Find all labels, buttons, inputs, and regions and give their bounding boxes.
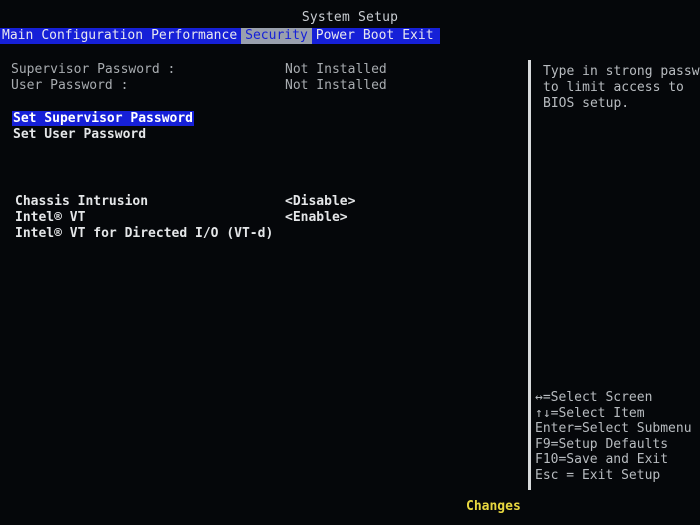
key-select-screen: ↔=Select Screen: [535, 390, 653, 405]
supervisor-password-status: Not Installed: [285, 62, 387, 77]
user-password-status: Not Installed: [285, 78, 387, 93]
tab-boot[interactable]: Boot: [359, 28, 398, 44]
supervisor-password-label: Supervisor Password :: [11, 62, 176, 77]
key-setup-defaults: F9=Setup Defaults: [535, 436, 669, 452]
key-save-exit: F10=Save and Exit: [535, 452, 669, 467]
window-title: System Setup: [301, 10, 399, 25]
key-select-submenu: Enter=Select Submenu: [535, 421, 692, 436]
tab-performance[interactable]: Performance: [147, 28, 241, 44]
help-line: to limit access to: [543, 80, 684, 95]
tab-power[interactable]: Power: [312, 28, 359, 44]
panel-divider: [528, 60, 531, 490]
help-line: Type in strong password: [543, 64, 700, 79]
tab-security[interactable]: Security: [241, 28, 312, 44]
intel-vt-item[interactable]: Intel® VT: [15, 210, 85, 226]
key-select-item: ↑↓=Select Item: [535, 405, 645, 421]
footer-changes-label: Changes: [466, 499, 521, 514]
chassis-intrusion-item[interactable]: Chassis Intrusion: [15, 194, 148, 210]
intel-vt-value[interactable]: <Enable>: [285, 210, 348, 226]
help-line: BIOS setup.: [543, 96, 630, 111]
key-legend: ↔=Select Screen ↑↓=Select Item Enter=Sel…: [535, 390, 692, 483]
tab-exit[interactable]: Exit: [398, 28, 437, 44]
tab-main[interactable]: Main: [0, 28, 37, 44]
set-user-password-item[interactable]: Set User Password: [13, 127, 146, 143]
menu-bar: Main Configuration Performance Security …: [0, 28, 440, 44]
key-exit-setup: Esc = Exit Setup: [535, 467, 661, 483]
set-supervisor-password-label: Set Supervisor Password: [12, 111, 195, 126]
user-password-label: User Password :: [11, 78, 129, 93]
chassis-intrusion-value[interactable]: <Disable>: [285, 194, 355, 210]
tab-configuration[interactable]: Configuration: [37, 28, 147, 44]
help-panel: Type in strong password to limit access …: [543, 64, 700, 112]
set-supervisor-password-item[interactable]: Set Supervisor Password: [12, 111, 195, 127]
intel-vtd-item[interactable]: Intel® VT for Directed I/O (VT-d): [15, 226, 273, 242]
